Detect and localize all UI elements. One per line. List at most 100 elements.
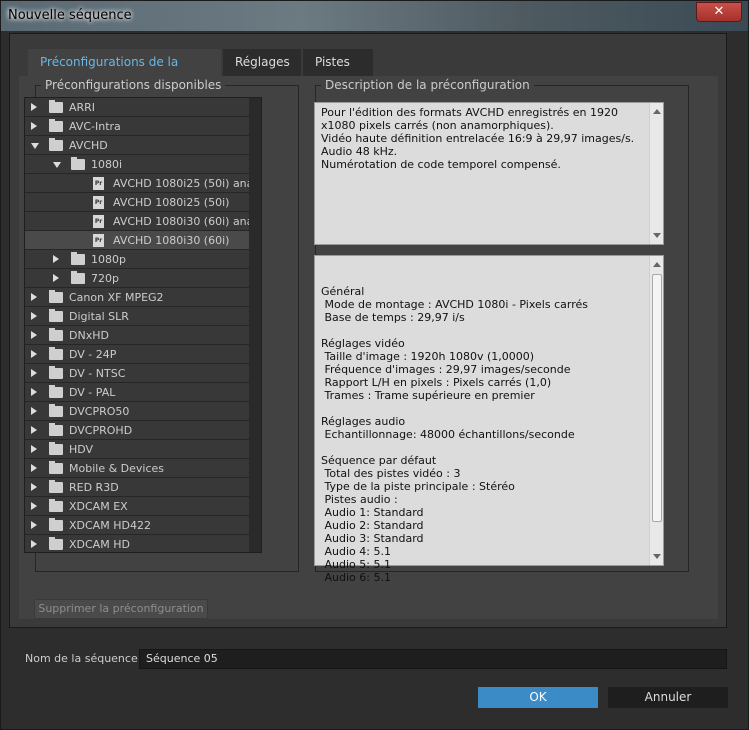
folder-icon: [49, 347, 63, 360]
tree-folder-item[interactable]: DV - NTSC: [25, 364, 249, 383]
tree-preset-item[interactable]: Pr AVCHD 1080i30 (60i): [25, 231, 249, 250]
tree-folder-item[interactable]: DVCPROHD: [25, 421, 249, 440]
tree-item-label: AVCHD: [69, 139, 108, 152]
tree-folder-item[interactable]: DVCPRO50: [25, 402, 249, 421]
expand-down-icon[interactable]: [31, 143, 39, 149]
tree-folder-item[interactable]: Canon XF MPEG2: [25, 288, 249, 307]
scroll-thumb[interactable]: [652, 274, 662, 522]
expand-down-icon[interactable]: [53, 162, 61, 168]
cancel-button[interactable]: Annuler: [608, 687, 728, 708]
expand-right-icon[interactable]: [31, 103, 37, 111]
tree-folder-item[interactable]: DNxHD: [25, 326, 249, 345]
sequence-name-label: Nom de la séquence :: [25, 652, 145, 665]
tree-item-label: Mobile & Devices: [69, 462, 165, 475]
tree-item-label: Digital SLR: [69, 310, 129, 323]
tree-preset-item[interactable]: Pr AVCHD 1080i30 (60i) ana...: [25, 212, 249, 231]
description-scrollbar[interactable]: [649, 103, 663, 244]
tree-item-label: 1080p: [91, 253, 126, 266]
tree-item-label: Canon XF MPEG2: [69, 291, 164, 304]
tree-preset-item[interactable]: Pr AVCHD 1080i25 (50i) ana...: [25, 174, 249, 193]
tree-item-label: XDCAM EX: [69, 500, 128, 513]
tree-item-label: AVCHD 1080i25 (50i): [113, 196, 230, 209]
new-sequence-dialog: Nouvelle séquence ✕ Préconfigurations de…: [0, 0, 749, 730]
folder-icon: [49, 461, 63, 474]
folder-icon: [49, 518, 63, 531]
expand-right-icon[interactable]: [53, 255, 59, 263]
tree-folder-item[interactable]: DV - PAL: [25, 383, 249, 402]
tree-folder-item[interactable]: XDCAM HD422: [25, 516, 249, 535]
tree-folder-item[interactable]: AVC-Intra: [25, 117, 249, 136]
expand-right-icon[interactable]: [31, 445, 37, 453]
delete-preset-button[interactable]: Supprimer la préconfiguration: [34, 599, 208, 619]
preset-file-icon: Pr: [93, 215, 104, 228]
tree-preset-item[interactable]: Pr AVCHD 1080i25 (50i): [25, 193, 249, 212]
close-button[interactable]: ✕: [696, 2, 742, 22]
tree-folder-item[interactable]: 1080i: [25, 155, 249, 174]
tree-folder-item[interactable]: 1080p: [25, 250, 249, 269]
tree-item-label: XDCAM HD: [69, 538, 130, 551]
expand-right-icon[interactable]: [31, 369, 37, 377]
expand-right-icon[interactable]: [31, 350, 37, 358]
tree-scrollbar[interactable]: [247, 98, 261, 552]
tree-item-label: DNxHD: [69, 329, 109, 342]
preset-description-title: Description de la préconfiguration: [321, 78, 534, 92]
scroll-down-icon[interactable]: [653, 233, 661, 238]
folder-icon: [71, 271, 85, 284]
folder-icon: [49, 290, 63, 303]
expand-right-icon[interactable]: [31, 483, 37, 491]
window-title: Nouvelle séquence: [8, 8, 132, 23]
expand-right-icon[interactable]: [31, 331, 37, 339]
scroll-up-icon[interactable]: [653, 109, 661, 114]
tree-folder-item[interactable]: DV - 24P: [25, 345, 249, 364]
tab-settings[interactable]: Réglages: [223, 49, 301, 76]
tab-sequence-presets[interactable]: Préconfigurations de la séquence: [28, 49, 221, 96]
expand-right-icon[interactable]: [31, 521, 37, 529]
tree-item-label: ARRI: [69, 101, 96, 114]
tree-item-label: DV - NTSC: [69, 367, 126, 380]
tree-item-label: DV - 24P: [69, 348, 117, 361]
details-scrollbar[interactable]: [649, 256, 663, 565]
folder-icon: [49, 100, 63, 113]
folder-icon: [49, 366, 63, 379]
tree-folder-item[interactable]: 720p: [25, 269, 249, 288]
expand-right-icon[interactable]: [31, 502, 37, 510]
expand-right-icon[interactable]: [31, 426, 37, 434]
tree-folder-item[interactable]: HDV: [25, 440, 249, 459]
expand-right-icon[interactable]: [31, 540, 37, 548]
ok-button[interactable]: OK: [478, 687, 598, 708]
tree-folder-item[interactable]: AVCHD: [25, 136, 249, 155]
tree-item-label: RED R3D: [69, 481, 119, 494]
expand-right-icon[interactable]: [31, 312, 37, 320]
tree-folder-item[interactable]: Digital SLR: [25, 307, 249, 326]
tree-item-label: 1080i: [91, 158, 123, 171]
tree-folder-item[interactable]: XDCAM EX: [25, 497, 249, 516]
scroll-down-icon[interactable]: [653, 554, 661, 559]
details-content: Général Mode de montage : AVCHD 1080i - …: [321, 285, 588, 584]
folder-icon: [49, 119, 63, 132]
tree-item-label: DV - PAL: [69, 386, 116, 399]
folder-icon: [49, 404, 63, 417]
tree-folder-item[interactable]: RED R3D: [25, 478, 249, 497]
scroll-up-icon[interactable]: [653, 262, 661, 267]
folder-icon: [49, 309, 63, 322]
expand-right-icon[interactable]: [31, 293, 37, 301]
expand-right-icon[interactable]: [31, 464, 37, 472]
tree-folder-item[interactable]: ARRI: [25, 98, 249, 117]
expand-right-icon[interactable]: [31, 122, 37, 130]
tree-folder-item[interactable]: Mobile & Devices: [25, 459, 249, 478]
presets-tree[interactable]: ARRI AVC-Intra AVCHD 1080i Pr AVCHD 1080i25 (…: [24, 97, 262, 553]
description-text: Pour l'édition des formats AVCHD enregis…: [314, 102, 664, 245]
tree-item-label: XDCAM HD422: [69, 519, 151, 532]
title-bar[interactable]: Nouvelle séquence ✕: [1, 1, 748, 31]
folder-icon: [49, 385, 63, 398]
sequence-name-input[interactable]: Séquence 05: [139, 649, 727, 669]
tree-item-label: AVCHD 1080i25 (50i) ana...: [113, 177, 249, 190]
expand-right-icon[interactable]: [31, 388, 37, 396]
folder-icon: [71, 252, 85, 265]
details-text: Général Mode de montage : AVCHD 1080i - …: [314, 255, 664, 584]
tree-folder-item[interactable]: XDCAM HD: [25, 535, 249, 552]
tab-tracks[interactable]: Pistes: [303, 49, 373, 76]
expand-right-icon[interactable]: [31, 407, 37, 415]
expand-right-icon[interactable]: [53, 274, 59, 282]
tree-item-label: DVCPRO50: [69, 405, 130, 418]
